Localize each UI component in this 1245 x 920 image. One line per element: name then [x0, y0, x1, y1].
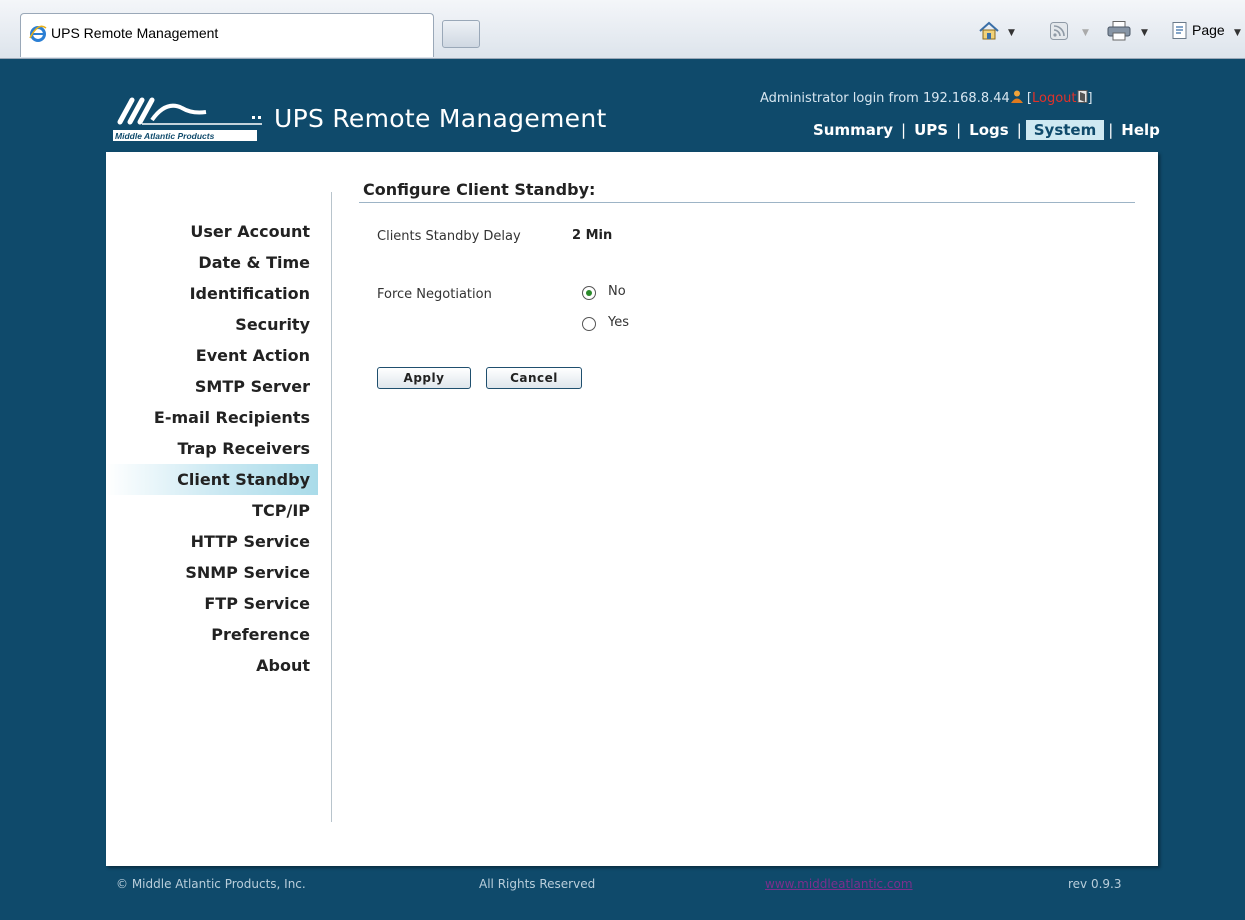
sidebar-item-security[interactable]: Security	[106, 309, 318, 340]
sidebar-menu: User Account Date & Time Identification …	[106, 216, 318, 681]
exit-door-icon[interactable]	[1077, 90, 1088, 103]
home-button[interactable]: ▼	[978, 20, 1022, 42]
home-icon	[979, 21, 999, 40]
sidebar-item-user-account[interactable]: User Account	[106, 216, 318, 247]
nav-logs[interactable]: Logs	[961, 121, 1017, 139]
login-text: Administrator login from 192.168.8.44	[760, 91, 1010, 106]
internet-explorer-icon	[29, 25, 47, 42]
radio-no-label: No	[608, 284, 626, 299]
footer-website-link[interactable]: www.middleatlantic.com	[765, 877, 913, 891]
sidebar-item-date-time[interactable]: Date & Time	[106, 247, 318, 278]
footer-copyright: © Middle Atlantic Products, Inc.	[116, 877, 306, 891]
sidebar-item-http-service[interactable]: HTTP Service	[106, 526, 318, 557]
logout-bracket-close: ]	[1087, 91, 1093, 106]
nav-summary[interactable]: Summary	[805, 121, 901, 139]
nav-ups[interactable]: UPS	[906, 121, 956, 139]
footer-version: rev 0.9.3	[1068, 877, 1122, 891]
nav-system[interactable]: System	[1025, 120, 1105, 140]
page-icon	[1172, 22, 1187, 39]
middle-atlantic-logo: Middle Atlantic Products	[113, 97, 262, 141]
radio-no[interactable]	[582, 286, 596, 300]
sidebar-item-ftp-service[interactable]: FTP Service	[106, 588, 318, 619]
sidebar-item-event-action[interactable]: Event Action	[106, 340, 318, 371]
radio-yes-label: Yes	[608, 315, 629, 330]
sidebar-item-trap-receivers[interactable]: Trap Receivers	[106, 433, 318, 464]
printer-icon	[1107, 21, 1131, 41]
sidebar-item-email-recipients[interactable]: E-mail Recipients	[106, 402, 318, 433]
page-menu-label: Page	[1192, 22, 1225, 38]
top-nav: Summary | UPS | Logs | System | Help	[805, 120, 1168, 144]
sidebar-item-about[interactable]: About	[106, 650, 318, 681]
print-button[interactable]: ▼	[1107, 20, 1157, 42]
sidebar-item-smtp-server[interactable]: SMTP Server	[106, 371, 318, 402]
chevron-down-icon[interactable]: ▼	[1008, 28, 1015, 38]
logout-link[interactable]: Logout	[1032, 91, 1077, 106]
feeds-button[interactable]: ▼	[1050, 20, 1092, 42]
sidebar-item-identification[interactable]: Identification	[106, 278, 318, 309]
sidebar-item-client-standby[interactable]: Client Standby	[106, 464, 318, 495]
radio-yes[interactable]	[582, 317, 596, 331]
chevron-down-icon[interactable]: ▼	[1082, 28, 1089, 38]
standby-delay-value: 2 Min	[572, 228, 613, 243]
cancel-button[interactable]: Cancel	[486, 367, 582, 389]
new-tab-button[interactable]	[442, 20, 480, 48]
force-negotiation-label: Force Negotiation	[377, 287, 492, 302]
chevron-down-icon[interactable]: ▼	[1141, 28, 1148, 38]
footer-rights: All Rights Reserved	[479, 877, 596, 891]
app-title: UPS Remote Management	[274, 104, 607, 133]
section-title: Configure Client Standby:	[363, 180, 596, 199]
user-icon	[1010, 90, 1023, 103]
browser-tab[interactable]: UPS Remote Management	[20, 13, 434, 57]
sidebar-item-tcp-ip[interactable]: TCP/IP	[106, 495, 318, 526]
nav-help[interactable]: Help	[1113, 121, 1168, 139]
login-status: Administrator login from 192.168.8.44 [L…	[760, 90, 1093, 106]
standby-delay-label: Clients Standby Delay	[377, 229, 521, 244]
section-divider	[359, 202, 1135, 203]
content-panel: User Account Date & Time Identification …	[106, 152, 1158, 866]
sidebar-divider	[331, 192, 332, 822]
apply-button[interactable]: Apply	[377, 367, 471, 389]
sidebar-item-snmp-service[interactable]: SNMP Service	[106, 557, 318, 588]
tab-title: UPS Remote Management	[51, 25, 219, 41]
page-menu-button[interactable]: Page ▼	[1172, 20, 1245, 42]
chevron-down-icon[interactable]: ▼	[1234, 28, 1241, 38]
sidebar-item-preference[interactable]: Preference	[106, 619, 318, 650]
feed-icon	[1050, 22, 1068, 40]
nav-separator: |	[1016, 121, 1022, 139]
svg-text:Middle Atlantic Products: Middle Atlantic Products	[115, 131, 215, 141]
browser-toolbar: UPS Remote Management ▼ ▼ ▼ Page ▼	[0, 0, 1245, 59]
